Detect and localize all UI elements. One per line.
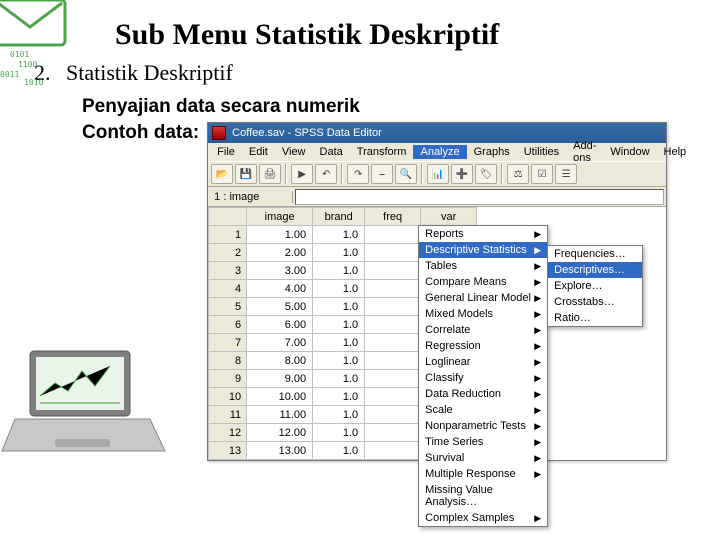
row-header[interactable]: 6 — [209, 316, 247, 334]
find-icon[interactable]: 🔍 — [395, 164, 417, 184]
svg-text:0101: 0101 — [10, 50, 29, 59]
descriptive-stats-submenu: Frequencies…Descriptives…Explore…Crossta… — [547, 245, 643, 327]
print-icon[interactable]: 🖨 — [259, 164, 281, 184]
row-header[interactable]: 1 — [209, 226, 247, 244]
menu-help[interactable]: Help — [657, 145, 694, 159]
menu-item-tables[interactable]: Tables▶ — [419, 258, 547, 274]
decoration-mail-icon: 01011100 0011 1010 — [0, 0, 120, 105]
row-header[interactable]: 10 — [209, 388, 247, 406]
menu-file[interactable]: File — [210, 145, 242, 159]
subtitle-1: Penyajian data secara numerik — [82, 96, 690, 118]
svg-text:1100: 1100 — [18, 60, 37, 69]
svg-text:0011: 0011 — [0, 70, 19, 79]
redo-icon[interactable]: ↷ — [347, 164, 369, 184]
row-header[interactable]: 13 — [209, 442, 247, 460]
menu-item-missing-value-analysis-[interactable]: Missing Value Analysis… — [419, 482, 547, 510]
row-header[interactable]: 9 — [209, 370, 247, 388]
analyze-dropdown-menu: Reports▶Descriptive Statistics▶Tables▶Co… — [418, 225, 548, 527]
submenu-item-crosstabs-[interactable]: Crosstabs… — [548, 294, 642, 310]
menu-item-regression[interactable]: Regression▶ — [419, 338, 547, 354]
spss-window: Coffee.sav - SPSS Data Editor FileEditVi… — [207, 122, 667, 461]
vars-icon[interactable]: ☰ — [555, 164, 577, 184]
col-header-var[interactable]: var — [421, 208, 477, 226]
select-icon[interactable]: ☑ — [531, 164, 553, 184]
menu-edit[interactable]: Edit — [242, 145, 275, 159]
menu-item-descriptive-statistics[interactable]: Descriptive Statistics▶ — [419, 242, 547, 258]
active-cell-name: 1 : image — [208, 191, 293, 203]
row-header[interactable]: 8 — [209, 352, 247, 370]
row-header[interactable]: 3 — [209, 262, 247, 280]
cell-indicator-bar: 1 : image — [208, 187, 666, 207]
window-title: Coffee.sav - SPSS Data Editor — [232, 127, 382, 139]
chart-icon[interactable]: 📊 — [427, 164, 449, 184]
menu-item-time-series[interactable]: Time Series▶ — [419, 434, 547, 450]
insert-icon[interactable]: ➕ — [451, 164, 473, 184]
slide-title: Sub Menu Statistik Deskriptif — [115, 18, 690, 52]
menu-item-compare-means[interactable]: Compare Means▶ — [419, 274, 547, 290]
subtitle-2: Contoh data: — [82, 122, 199, 144]
menu-item-mixed-models[interactable]: Mixed Models▶ — [419, 306, 547, 322]
run-icon[interactable]: ▶ — [291, 164, 313, 184]
menu-item-data-reduction[interactable]: Data Reduction▶ — [419, 386, 547, 402]
weight-icon[interactable]: ⚖ — [507, 164, 529, 184]
menu-data[interactable]: Data — [313, 145, 350, 159]
menu-item-reports[interactable]: Reports▶ — [419, 226, 547, 242]
col-header-freq[interactable]: freq — [365, 208, 421, 226]
row-header[interactable]: 4 — [209, 280, 247, 298]
submenu-item-frequencies-[interactable]: Frequencies… — [548, 246, 642, 262]
menu-utilities[interactable]: Utilities — [517, 145, 566, 159]
menu-item-general-linear-model[interactable]: General Linear Model▶ — [419, 290, 547, 306]
menu-item-nonparametric-tests[interactable]: Nonparametric Tests▶ — [419, 418, 547, 434]
row-header[interactable]: 2 — [209, 244, 247, 262]
menu-item-multiple-response[interactable]: Multiple Response▶ — [419, 466, 547, 482]
menu-analyze[interactable]: Analyze — [413, 145, 466, 159]
save-icon[interactable]: 💾 — [235, 164, 257, 184]
submenu-item-descriptives-[interactable]: Descriptives… — [548, 262, 642, 278]
menu-window[interactable]: Window — [603, 145, 656, 159]
menu-add-ons[interactable]: Add-ons — [566, 139, 603, 165]
menubar: FileEditViewDataTransformAnalyzeGraphsUt… — [208, 143, 666, 161]
menu-item-scale[interactable]: Scale▶ — [419, 402, 547, 418]
labels-icon[interactable]: 🏷 — [475, 164, 497, 184]
active-cell-value[interactable] — [295, 189, 664, 205]
menu-item-loglinear[interactable]: Loglinear▶ — [419, 354, 547, 370]
menu-item-complex-samples[interactable]: Complex Samples▶ — [419, 510, 547, 526]
menu-transform[interactable]: Transform — [350, 145, 414, 159]
col-header-brand[interactable]: brand — [313, 208, 365, 226]
row-header[interactable]: 5 — [209, 298, 247, 316]
row-header[interactable]: 7 — [209, 334, 247, 352]
col-header-image[interactable]: image — [247, 208, 313, 226]
list-item: 2. Statistik Deskriptif — [34, 60, 690, 86]
data-grid[interactable]: imagebrandfreqvar11.001.022.001.033.001.… — [208, 207, 666, 460]
open-icon[interactable]: 📂 — [211, 164, 233, 184]
row-header[interactable]: 12 — [209, 424, 247, 442]
goto-icon[interactable]: ⎯ — [371, 164, 393, 184]
undo-icon[interactable]: ↶ — [315, 164, 337, 184]
menu-graphs[interactable]: Graphs — [467, 145, 517, 159]
app-icon — [212, 126, 226, 140]
decoration-laptop-icon — [0, 341, 170, 461]
submenu-item-ratio-[interactable]: Ratio… — [548, 310, 642, 326]
menu-item-correlate[interactable]: Correlate▶ — [419, 322, 547, 338]
menu-item-classify[interactable]: Classify▶ — [419, 370, 547, 386]
menu-item-survival[interactable]: Survival▶ — [419, 450, 547, 466]
row-header[interactable]: 11 — [209, 406, 247, 424]
menu-view[interactable]: View — [275, 145, 313, 159]
submenu-item-explore-[interactable]: Explore… — [548, 278, 642, 294]
svg-text:1010: 1010 — [24, 78, 43, 87]
